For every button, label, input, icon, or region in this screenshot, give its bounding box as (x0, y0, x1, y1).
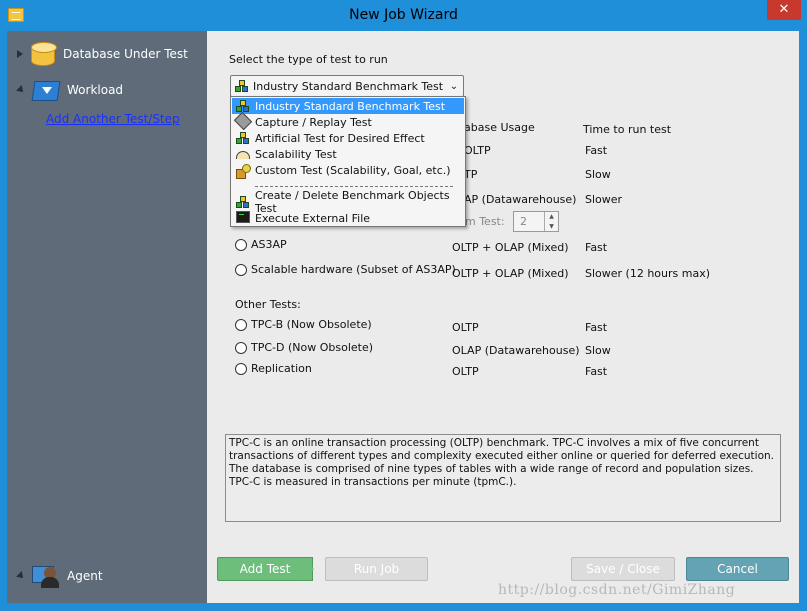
radio-tpc-d[interactable]: TPC-D (Now Obsolete) (235, 341, 373, 354)
spin-down-icon[interactable]: ▼ (545, 222, 558, 232)
dropdown-option-label: Artificial Test for Desired Effect (255, 131, 425, 145)
cancel-button[interactable]: Cancel (686, 557, 789, 581)
add-test-arrow-tip (302, 557, 314, 581)
sidebar: Database Under Test Workload Add Another… (7, 31, 207, 603)
dropdown-option[interactable]: Capture / Replay Test (232, 111, 464, 131)
dropdown-option-label: Capture / Replay Test (255, 115, 372, 129)
scale-stepper[interactable]: 2 ▲ ▼ (513, 211, 559, 232)
add-another-test-link[interactable]: Add Another Test/Step (46, 112, 180, 126)
gauge-icon (236, 147, 250, 161)
radio-circle[interactable] (235, 238, 247, 251)
sidebar-item-label: Database Under Test (63, 47, 188, 61)
dropdown-separator (255, 186, 453, 187)
terminal-icon (236, 211, 250, 225)
scale-value[interactable]: 2 (514, 215, 544, 228)
dropdown-option[interactable]: Artificial Test for Desired Effect (232, 130, 464, 146)
column-header-time: Time to run test (583, 123, 672, 136)
radio-tpc-b[interactable]: TPC-B (Now Obsolete) (235, 318, 372, 331)
radio-label: TPC-D (Now Obsolete) (251, 341, 374, 354)
other-tests-heading: Other Tests: (235, 298, 301, 311)
dropdown-selected-value: Industry Standard Benchmark Test (253, 79, 444, 93)
row-time: Slower (12 hours max) (585, 267, 711, 280)
row-usage: OLAP (Datawarehouse) (452, 344, 580, 357)
dropdown-option-label: Execute External File (255, 211, 371, 225)
dropdown-option-label: Scalability Test (255, 147, 337, 161)
test-type-dropdown-list: Industry Standard Benchmark Test Capture… (230, 96, 466, 227)
row-usage: TP (464, 168, 478, 181)
expand-arrow-icon[interactable] (17, 50, 23, 58)
radio-scalable-hardware[interactable]: Scalable hardware (Subset of AS3AP) (235, 263, 456, 276)
add-test-button[interactable]: Add Test (217, 557, 313, 581)
dropdown-option[interactable]: Scalability Test (232, 146, 464, 162)
radio-label: Scalable hardware (Subset of AS3AP) (251, 263, 456, 276)
dropdown-option-label: Custom Test (Scalability, Goal, etc.) (255, 163, 451, 177)
row-time: Fast (585, 365, 608, 378)
row-usage: OLTP + OLAP (Mixed) (452, 241, 569, 254)
database-icon (29, 39, 57, 69)
benchmark-cubes-icon (235, 79, 249, 93)
sidebar-item-database-under-test[interactable]: Database Under Test (17, 39, 188, 69)
row-usage: OLTP (464, 144, 491, 157)
scale-label: m Test: (465, 215, 505, 228)
collapse-arrow-icon[interactable] (16, 85, 26, 95)
camera-icon (233, 111, 253, 131)
row-usage: OLTP (452, 365, 479, 378)
sidebar-item-workload[interactable]: Workload (16, 75, 124, 105)
sidebar-item-label: Agent (67, 569, 103, 583)
agent-icon (31, 562, 61, 590)
radio-as3ap[interactable]: AS3AP (235, 238, 287, 251)
create-cubes-icon (236, 195, 250, 209)
run-job-button[interactable]: Run Job (325, 557, 428, 581)
artificial-cubes-icon (236, 131, 250, 145)
row-time: Slow (585, 168, 611, 181)
row-usage: AP (Datawarehouse) (464, 193, 577, 206)
row-usage: OLTP (452, 321, 479, 334)
row-time: Fast (585, 144, 608, 157)
row-time: Fast (585, 241, 608, 254)
benchmark-cubes-icon (236, 99, 250, 113)
chevron-down-icon[interactable]: ⌄ (445, 76, 463, 96)
dropdown-option[interactable]: Custom Test (Scalability, Goal, etc.) (232, 162, 464, 179)
watermark: http://blog.csdn.net/GimiZhang (498, 582, 736, 598)
column-header-usage: abase Usage (464, 121, 535, 134)
row-time: Slower (585, 193, 623, 206)
radio-replication[interactable]: Replication (235, 362, 312, 375)
dropdown-option[interactable]: Create / Delete Benchmark Objects Test (232, 189, 464, 215)
test-type-prompt: Select the type of test to run (229, 53, 388, 66)
radio-label: AS3AP (251, 238, 287, 251)
window-title: New Job Wizard (349, 7, 458, 23)
sidebar-item-agent[interactable]: Agent (16, 562, 103, 590)
test-type-dropdown[interactable]: Industry Standard Benchmark Test ⌄ (230, 75, 464, 97)
test-description: TPC-C is an online transaction processin… (225, 434, 781, 522)
sidebar-item-label: Workload (67, 83, 124, 97)
spin-up-icon[interactable]: ▲ (545, 212, 558, 222)
radio-circle[interactable] (235, 263, 247, 276)
dropdown-option[interactable]: Execute External File (232, 210, 464, 226)
custom-tools-icon (236, 163, 251, 179)
save-close-button[interactable]: Save / Close (571, 557, 675, 581)
row-time: Fast (585, 321, 608, 334)
radio-circle[interactable] (235, 341, 247, 354)
workload-icon (31, 75, 61, 105)
radio-label: TPC-B (Now Obsolete) (251, 318, 372, 331)
radio-circle[interactable] (235, 318, 247, 331)
title-bar: New Job Wizard ✕ (0, 0, 807, 31)
dropdown-option[interactable]: Industry Standard Benchmark Test (232, 98, 464, 114)
close-button[interactable]: ✕ (767, 0, 801, 20)
radio-label: Replication (251, 362, 312, 375)
row-usage: OLTP + OLAP (Mixed) (452, 267, 569, 280)
row-time: Slow (585, 344, 611, 357)
collapse-arrow-icon[interactable] (16, 571, 26, 581)
radio-circle[interactable] (235, 362, 247, 375)
dropdown-option-label: Industry Standard Benchmark Test (255, 99, 446, 113)
